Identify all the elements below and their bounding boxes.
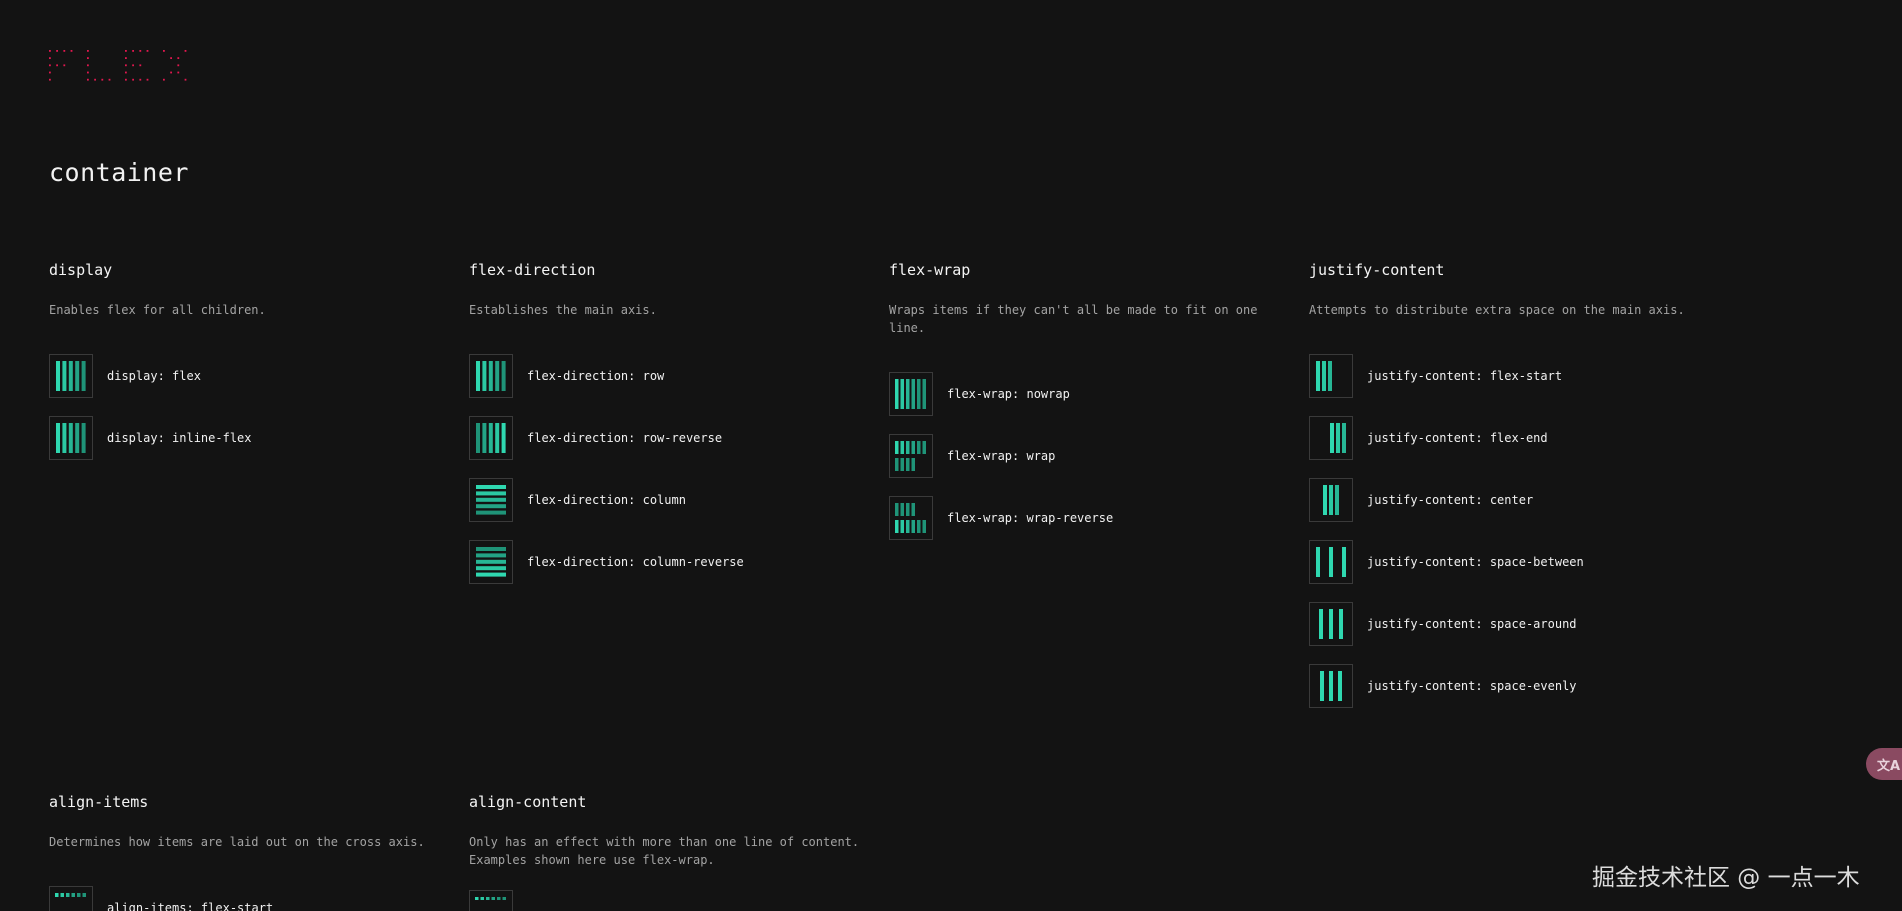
justify-space-evenly-icon bbox=[1309, 664, 1353, 708]
option-display-flex[interactable]: display: flex bbox=[49, 353, 449, 399]
align-content-icon bbox=[469, 890, 513, 911]
group-display: display Enables flex for all children. d… bbox=[49, 260, 449, 477]
group-title: align-items bbox=[49, 793, 149, 811]
group-description: Determines how items are laid out on the… bbox=[49, 835, 425, 849]
option-justify-flex-start[interactable]: justify-content: flex-start bbox=[1309, 353, 1709, 399]
option-flex-direction-column-reverse[interactable]: flex-direction: column-reverse bbox=[469, 539, 869, 585]
group-title: align-content bbox=[469, 793, 587, 811]
justify-flex-end-icon bbox=[1309, 416, 1353, 460]
option-justify-center[interactable]: justify-content: center bbox=[1309, 477, 1709, 523]
flex-logo bbox=[49, 46, 199, 86]
option-flex-wrap-nowrap[interactable]: flex-wrap: nowrap bbox=[889, 371, 1289, 417]
option-flex-direction-row[interactable]: flex-direction: row bbox=[469, 353, 869, 399]
justify-space-between-icon bbox=[1309, 540, 1353, 584]
option-label: justify-content: center bbox=[1367, 493, 1534, 507]
group-title: flex-wrap bbox=[889, 261, 971, 279]
group-align-content: align-content Only has an effect with mo… bbox=[469, 792, 869, 911]
option-label: flex-wrap: wrap bbox=[947, 449, 1056, 463]
option-flex-wrap-wrap[interactable]: flex-wrap: wrap bbox=[889, 433, 1289, 479]
flex-wrap-nowrap-icon bbox=[889, 372, 933, 416]
option-align-content[interactable] bbox=[469, 889, 869, 911]
option-justify-space-evenly[interactable]: justify-content: space-evenly bbox=[1309, 663, 1709, 709]
align-items-flex-start-icon bbox=[49, 886, 93, 911]
group-justify-content: justify-content Attempts to distribute e… bbox=[1309, 260, 1709, 725]
option-label: flex-direction: column bbox=[527, 493, 686, 507]
flex-direction-column-icon bbox=[469, 478, 513, 522]
flex-wrap-wrap-reverse-icon bbox=[889, 496, 933, 540]
option-justify-flex-end[interactable]: justify-content: flex-end bbox=[1309, 415, 1709, 461]
display-flex-icon bbox=[49, 354, 93, 398]
option-label: flex-wrap: wrap-reverse bbox=[947, 511, 1114, 525]
group-title: justify-content bbox=[1309, 261, 1445, 279]
option-label: justify-content: space-between bbox=[1367, 555, 1584, 569]
flex-direction-row-reverse-icon bbox=[469, 416, 513, 460]
option-label: flex-direction: row-reverse bbox=[527, 431, 723, 445]
option-flex-direction-column[interactable]: flex-direction: column bbox=[469, 477, 869, 523]
option-label: flex-direction: column-reverse bbox=[527, 555, 744, 569]
option-label: display: inline-flex bbox=[107, 431, 252, 445]
option-align-items-flex-start[interactable]: align-items: flex-start bbox=[49, 885, 449, 911]
option-label: justify-content: space-evenly bbox=[1367, 679, 1577, 693]
option-display-inline-flex[interactable]: display: inline-flex bbox=[49, 415, 449, 461]
justify-space-around-icon bbox=[1309, 602, 1353, 646]
justify-center-icon bbox=[1309, 478, 1353, 522]
option-label: justify-content: flex-end bbox=[1367, 431, 1548, 445]
option-label: justify-content: space-around bbox=[1367, 617, 1577, 631]
flex-direction-row-icon bbox=[469, 354, 513, 398]
group-align-items: align-items Determines how items are lai… bbox=[49, 792, 449, 911]
group-description: Enables flex for all children. bbox=[49, 303, 266, 317]
translate-icon: 文A bbox=[1877, 758, 1901, 774]
group-description: Wraps items if they can't all be made to… bbox=[889, 303, 1258, 335]
group-title: display bbox=[49, 261, 113, 279]
display-inline-flex-icon bbox=[49, 416, 93, 460]
option-label: flex-direction: row bbox=[527, 369, 665, 383]
option-label: flex-wrap: nowrap bbox=[947, 387, 1070, 401]
group-flex-direction: flex-direction Establishes the main axis… bbox=[469, 260, 869, 601]
group-flex-wrap: flex-wrap Wraps items if they can't all … bbox=[889, 260, 1289, 557]
option-label: justify-content: flex-start bbox=[1367, 369, 1563, 383]
option-label: align-items: flex-start bbox=[107, 901, 274, 911]
option-flex-direction-row-reverse[interactable]: flex-direction: row-reverse bbox=[469, 415, 869, 461]
group-description: Attempts to distribute extra space on th… bbox=[1309, 303, 1685, 317]
group-description: Establishes the main axis. bbox=[469, 303, 657, 317]
flex-wrap-wrap-icon bbox=[889, 434, 933, 478]
justify-flex-start-icon bbox=[1309, 354, 1353, 398]
group-description: Only has an effect with more than one li… bbox=[469, 835, 860, 867]
watermark: 掘金技术社区 @ 一点一木 bbox=[1592, 865, 1860, 891]
option-justify-space-between[interactable]: justify-content: space-between bbox=[1309, 539, 1709, 585]
page: container display Enables flex for all c… bbox=[0, 0, 1902, 911]
option-flex-wrap-wrap-reverse[interactable]: flex-wrap: wrap-reverse bbox=[889, 495, 1289, 541]
flex-direction-column-reverse-icon bbox=[469, 540, 513, 584]
translate-button[interactable]: 文A bbox=[1866, 748, 1902, 780]
group-title: flex-direction bbox=[469, 261, 596, 279]
option-justify-space-around[interactable]: justify-content: space-around bbox=[1309, 601, 1709, 647]
option-label: display: flex bbox=[107, 369, 201, 383]
section-title: container bbox=[49, 158, 189, 187]
flex-logo-dots bbox=[49, 50, 187, 81]
